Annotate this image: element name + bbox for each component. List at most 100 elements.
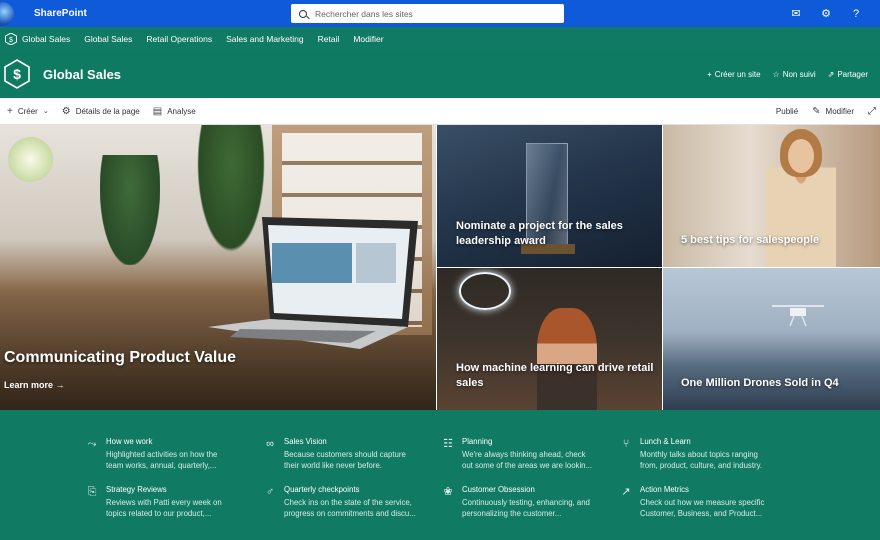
published-status: Publié <box>775 107 799 116</box>
site-actions: + Créer un site ☆ Non suivi ⇗ Partager <box>707 50 868 98</box>
site-header: $ Global Sales + Créer un site ☆ Non suivi… <box>0 50 880 98</box>
follow-button[interactable]: ☆ Non suivi <box>773 70 816 79</box>
plant-image <box>100 155 160 265</box>
hero-tile-main[interactable]: Communicating Product Value Learn more → <box>0 125 436 410</box>
megaphone-icon[interactable]: ✉ <box>790 7 802 20</box>
expand-icon[interactable]: ⤢ <box>868 106 876 117</box>
star-icon: ☆ <box>772 69 780 79</box>
hub-logo-icon[interactable]: $ <box>5 32 17 45</box>
utensils-icon: ⑂ <box>622 438 630 450</box>
hero-tile-award[interactable]: Nominate a project for the sales leaders… <box>437 125 662 267</box>
quick-link-customer-obsession[interactable]: ❀ Customer Obsession Continuously testing… <box>442 485 612 519</box>
site-title[interactable]: Global Sales <box>43 67 121 82</box>
analytics-icon: ▤ <box>152 105 163 117</box>
quick-link-title: Customer Obsession <box>462 485 535 494</box>
quick-link-lunch-learn[interactable]: ⑂ Lunch & Learn Monthly talks about topic… <box>620 437 790 471</box>
planner-icon: ☷ <box>443 438 453 450</box>
laptop-image <box>208 217 418 349</box>
hero-tile-title[interactable]: 5 best tips for salespeople <box>681 234 819 246</box>
create-button[interactable]: + Créer ⌄ <box>7 106 49 117</box>
hero-tile-ml[interactable]: How machine learning can drive retail sa… <box>437 268 662 410</box>
quick-link-strategy-reviews[interactable]: ⎘ Strategy Reviews Reviews with Patti eve… <box>86 485 256 519</box>
quick-link-title: Sales Vision <box>284 437 327 446</box>
quick-link-desc: Check ins on the state of the service, <box>284 498 412 507</box>
search-input[interactable] <box>315 8 555 19</box>
command-bar-right: Publié ✎ Modifier ⤢ <box>766 98 880 125</box>
create-label: Créer <box>17 106 38 116</box>
quick-link-title: How we work <box>106 437 153 446</box>
share-label: Partager <box>837 69 868 79</box>
analytics-button[interactable]: ▤ Analyse <box>153 106 196 117</box>
quick-link-title: Strategy Reviews <box>106 485 167 494</box>
hub-navigation: $ Global Sales Global Sales Retail Opera… <box>0 27 880 50</box>
quick-link-desc: Continuously testing, enhancing, and <box>462 498 590 507</box>
quick-link-desc: their world like never before. <box>284 461 382 470</box>
svg-text:$: $ <box>9 37 13 44</box>
analytics-label: Analyse <box>167 106 196 116</box>
suite-bar: SharePoint ✉ ⚙ ? <box>0 0 880 27</box>
quick-link-desc: Customer, Business, and Product... <box>640 509 763 518</box>
learn-more-link[interactable]: Learn more → <box>4 380 65 390</box>
quick-link-desc: We're always thinking ahead, check <box>462 450 586 459</box>
gear-icon[interactable]: ⚙ <box>820 7 832 20</box>
quick-link-desc: Because customers should capture <box>284 450 406 459</box>
hero-tile-drones[interactable]: One Million Drones Sold in Q4 <box>663 268 880 410</box>
command-bar: + Créer ⌄ ⚙ Détails de la page ▤ Analyse Pub… <box>0 98 880 125</box>
hero-tile-tips[interactable]: 5 best tips for salespeople <box>663 125 880 267</box>
help-icon[interactable]: ? <box>850 8 862 20</box>
app-launcher-icon[interactable] <box>0 0 18 27</box>
plus-icon: + <box>707 69 712 79</box>
quick-link-desc: progress on commitments and discu... <box>284 509 416 518</box>
app-name[interactable]: SharePoint <box>34 8 87 19</box>
hero-tile-title[interactable]: Nominate a project for the sales leaders… <box>456 219 656 249</box>
share-icon: ⇗ <box>827 69 835 79</box>
quick-link-desc: team works, annual, quarterly,... <box>106 461 217 470</box>
create-site-button[interactable]: + Créer un site <box>707 70 760 79</box>
quick-link-desc: personalizing the customer... <box>462 509 562 518</box>
woman-image <box>537 308 597 410</box>
hub-nav-item-retail-operations[interactable]: Retail Operations <box>146 34 212 44</box>
quick-link-title: Action Metrics <box>640 485 689 494</box>
quick-link-quarterly-checkpoints[interactable]: ♂ Quarterly checkpoints Check ins on the … <box>264 485 434 519</box>
search-icon <box>299 9 307 18</box>
pencil-icon: ✎ <box>812 106 821 117</box>
person-flag-icon: ♂ <box>265 486 275 498</box>
plus-icon: + <box>7 105 13 117</box>
follow-label: Non suivi <box>782 69 816 79</box>
hub-nav-item-global-sales[interactable]: Global Sales <box>84 34 132 44</box>
hub-nav-item-sales-marketing[interactable]: Sales and Marketing <box>226 34 304 44</box>
gear-icon: ⚙ <box>61 105 71 117</box>
hub-site-name[interactable]: Global Sales <box>22 34 70 44</box>
chart-line-icon: ↗ <box>621 486 631 498</box>
person-image <box>766 129 836 267</box>
page-details-label: Détails de la page <box>75 106 140 116</box>
hero-tile-title[interactable]: How machine learning can drive retail sa… <box>456 361 656 391</box>
quick-link-desc: Reviews with Patti every week on <box>106 498 222 507</box>
lamp-image <box>1 130 60 189</box>
page-details-button[interactable]: ⚙ Détails de la page <box>62 106 140 117</box>
quick-link-desc: from, product, culture, and industry. <box>640 461 763 470</box>
hero-main-title[interactable]: Communicating Product Value <box>4 349 236 367</box>
chevron-down-icon: ⌄ <box>42 108 49 115</box>
suite-icons: ✉ ⚙ ? <box>790 0 862 27</box>
quick-link-how-we-work[interactable]: ⤳ How we work Highlighted activities on h… <box>86 437 256 471</box>
site-logo-icon[interactable]: $ <box>4 59 30 89</box>
quick-link-action-metrics[interactable]: ↗ Action Metrics Check out how we measure… <box>620 485 790 519</box>
document-icon: ⎘ <box>87 486 97 498</box>
hub-nav-edit[interactable]: Modifier <box>353 34 383 44</box>
svg-text:$: $ <box>13 66 21 82</box>
flow-icon: ⤳ <box>87 438 97 450</box>
quick-link-planning[interactable]: ☷ Planning We're always thinking ahead, c… <box>442 437 612 471</box>
share-button[interactable]: ⇗ Partager <box>828 70 868 79</box>
learn-more-label: Learn more <box>4 380 54 390</box>
quick-link-desc: topics related to our product,... <box>106 509 212 518</box>
quick-link-desc: Highlighted activities on how the <box>106 450 218 459</box>
glasses-icon: ∞ <box>266 438 274 450</box>
quick-link-desc: Monthly talks about topics ranging <box>640 450 758 459</box>
quick-link-sales-vision[interactable]: ∞ Sales Vision Because customers should c… <box>264 437 434 471</box>
edit-button[interactable]: ✎ Modifier <box>812 106 854 117</box>
hero-tile-title[interactable]: One Million Drones Sold in Q4 <box>681 377 839 389</box>
hub-nav-item-retail[interactable]: Retail <box>318 34 340 44</box>
search-box[interactable] <box>291 4 564 23</box>
arrow-right-icon: → <box>55 380 65 390</box>
